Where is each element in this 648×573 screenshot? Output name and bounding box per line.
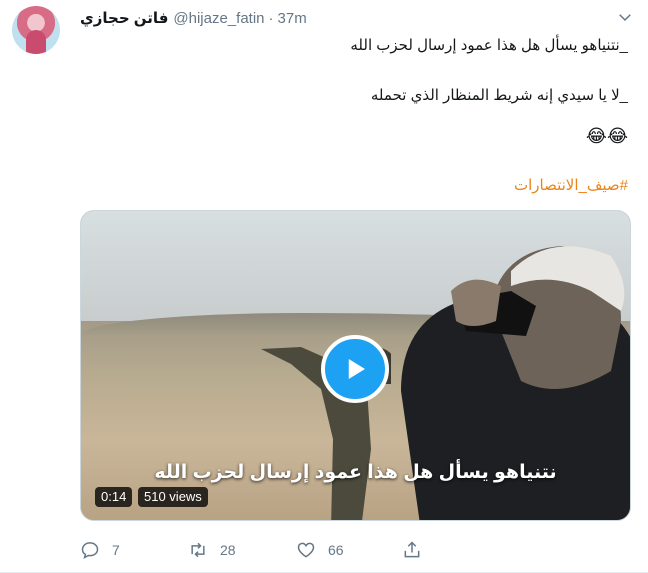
retweet-icon bbox=[191, 542, 205, 558]
tweet-card[interactable]: فاتن حجازي @hijaze_fatin · 37m _نتنياهو … bbox=[0, 0, 648, 573]
video-duration: 0:14 bbox=[95, 487, 133, 507]
tweet-emoji-line: 😂😂 bbox=[585, 126, 628, 146]
share-icon bbox=[404, 541, 420, 558]
play-icon bbox=[348, 359, 365, 379]
author-handle[interactable]: @hijaze_fatin bbox=[173, 10, 264, 27]
avatar[interactable] bbox=[12, 6, 60, 54]
like-button[interactable]: 66 bbox=[296, 540, 344, 560]
tweet-timestamp[interactable]: 37m bbox=[278, 10, 307, 27]
tweet-header: فاتن حجازي @hijaze_fatin · 37m bbox=[80, 8, 307, 28]
heart-icon bbox=[297, 542, 315, 558]
tweet-actions: 7 28 66 bbox=[80, 540, 500, 562]
hashtag-link[interactable]: #صيف_الانتصارات bbox=[514, 176, 628, 194]
separator-dot: · bbox=[268, 9, 274, 27]
author-name[interactable]: فاتن حجازي bbox=[80, 9, 168, 27]
play-button[interactable] bbox=[321, 335, 389, 403]
share-button[interactable] bbox=[402, 540, 422, 560]
video-caption-overlay: نتنياهو يسأل هل هذا عمود إرسال لحزب الله bbox=[154, 462, 557, 483]
tweet-text-line: _نتنياهو يسأل هل هذا عمود إرسال لحزب الل… bbox=[350, 37, 628, 54]
video-view-count: 510 views bbox=[138, 487, 208, 507]
video-player[interactable]: نتنياهو يسأل هل هذا عمود إرسال لحزب الله… bbox=[80, 210, 631, 521]
reply-icon bbox=[81, 542, 99, 559]
reply-button[interactable]: 7 bbox=[80, 540, 120, 560]
retweet-count: 28 bbox=[220, 542, 236, 558]
tweet-text-line: _لا يا سيدي إنه شريط المنظار الذي تحمله bbox=[370, 87, 628, 104]
like-count: 66 bbox=[328, 542, 344, 558]
reply-count: 7 bbox=[112, 542, 120, 558]
retweet-button[interactable]: 28 bbox=[188, 540, 236, 560]
chevron-down-icon[interactable] bbox=[616, 8, 634, 26]
